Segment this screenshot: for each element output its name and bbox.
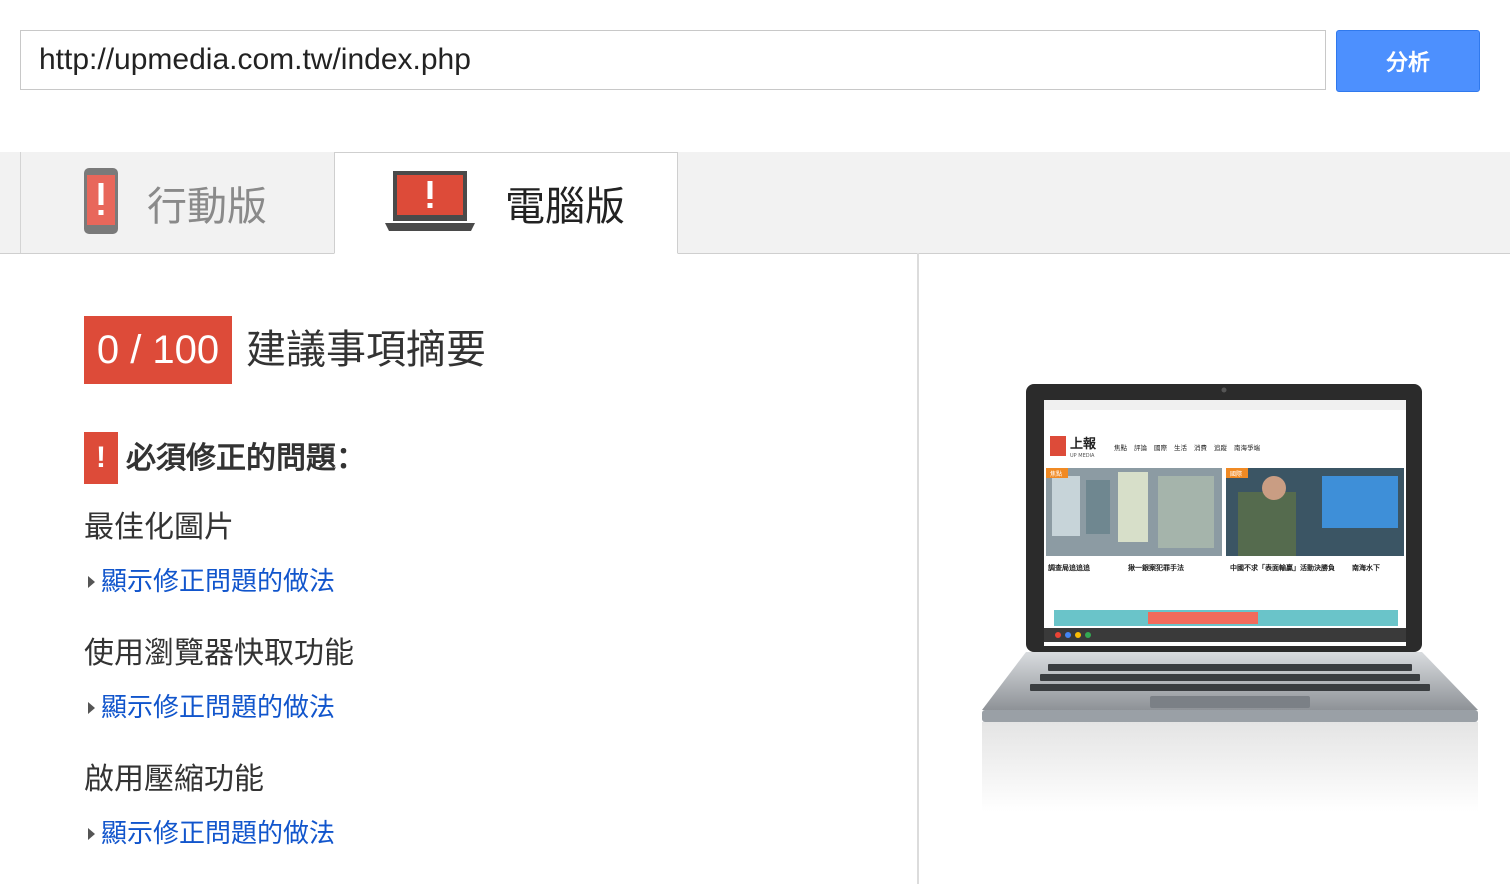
expand-triangle-icon xyxy=(88,828,95,840)
site-headline: 中國不求「表面輸贏」活動決勝負 xyxy=(1230,563,1335,572)
rule-name: 最佳化圖片 xyxy=(84,510,234,545)
site-nav-item: 追蹤 xyxy=(1214,443,1228,452)
site-nav-item: 焦點 xyxy=(1114,443,1128,452)
site-nav-item: 南海爭端 xyxy=(1234,443,1261,452)
site-tag: 國際 xyxy=(1230,470,1242,478)
site-nav-item: 消費 xyxy=(1194,443,1208,452)
tab-mobile[interactable]: 行動版 xyxy=(20,152,335,253)
tab-bar: 行動版 電腦版 xyxy=(0,152,1510,254)
show-fix-link-label: 顯示修正問題的做法 xyxy=(101,819,336,849)
laptop-icon xyxy=(383,169,477,237)
site-logo-sub: UP MEDIA xyxy=(1070,453,1095,459)
site-nav-item: 國際 xyxy=(1154,443,1168,452)
warning-icon: ! xyxy=(84,432,118,484)
summary-title: 建議事項摘要 xyxy=(246,327,486,373)
expand-triangle-icon xyxy=(88,576,95,588)
show-fix-link[interactable]: 顯示修正問題的做法 xyxy=(88,565,335,599)
expand-triangle-icon xyxy=(88,702,95,714)
phone-icon xyxy=(83,167,119,239)
rule-name: 使用瀏覽器快取功能 xyxy=(84,636,354,671)
site-logo: 上報 xyxy=(1070,436,1097,452)
site-headline: 調查局追追追 xyxy=(1048,563,1091,572)
show-fix-link[interactable]: 顯示修正問題的做法 xyxy=(88,817,335,851)
tab-desktop[interactable]: 電腦版 xyxy=(334,152,678,254)
desktop-screenshot-preview: 上報 UP MEDIA 焦點 評論 國際 生活 消費 追蹤 南海爭端 焦點 國際… xyxy=(978,380,1482,820)
tab-desktop-label: 電腦版 xyxy=(505,184,625,230)
tab-mobile-label: 行動版 xyxy=(147,183,267,230)
site-nav-item: 評論 xyxy=(1134,443,1148,452)
show-fix-link-label: 顯示修正問題的做法 xyxy=(101,567,336,597)
must-fix-title: 必須修正的問題： xyxy=(126,441,366,476)
show-fix-link[interactable]: 顯示修正問題的做法 xyxy=(88,691,335,725)
rule-name: 啟用壓縮功能 xyxy=(84,762,264,797)
laptop-illustration: 上報 UP MEDIA 焦點 評論 國際 生活 消費 追蹤 南海爭端 焦點 國際… xyxy=(982,384,1478,812)
show-fix-link-label: 顯示修正問題的做法 xyxy=(101,693,336,723)
score-badge: 0 / 100 xyxy=(84,316,232,384)
analyze-button[interactable]: 分析 xyxy=(1336,30,1480,92)
site-tag: 焦點 xyxy=(1050,470,1062,478)
column-divider xyxy=(917,253,919,884)
site-nav-item: 生活 xyxy=(1174,443,1188,452)
site-headline: 南海水下 xyxy=(1352,563,1380,572)
site-headline: 揪一銀案犯罪手法 xyxy=(1128,563,1184,572)
url-input[interactable] xyxy=(20,30,1326,90)
